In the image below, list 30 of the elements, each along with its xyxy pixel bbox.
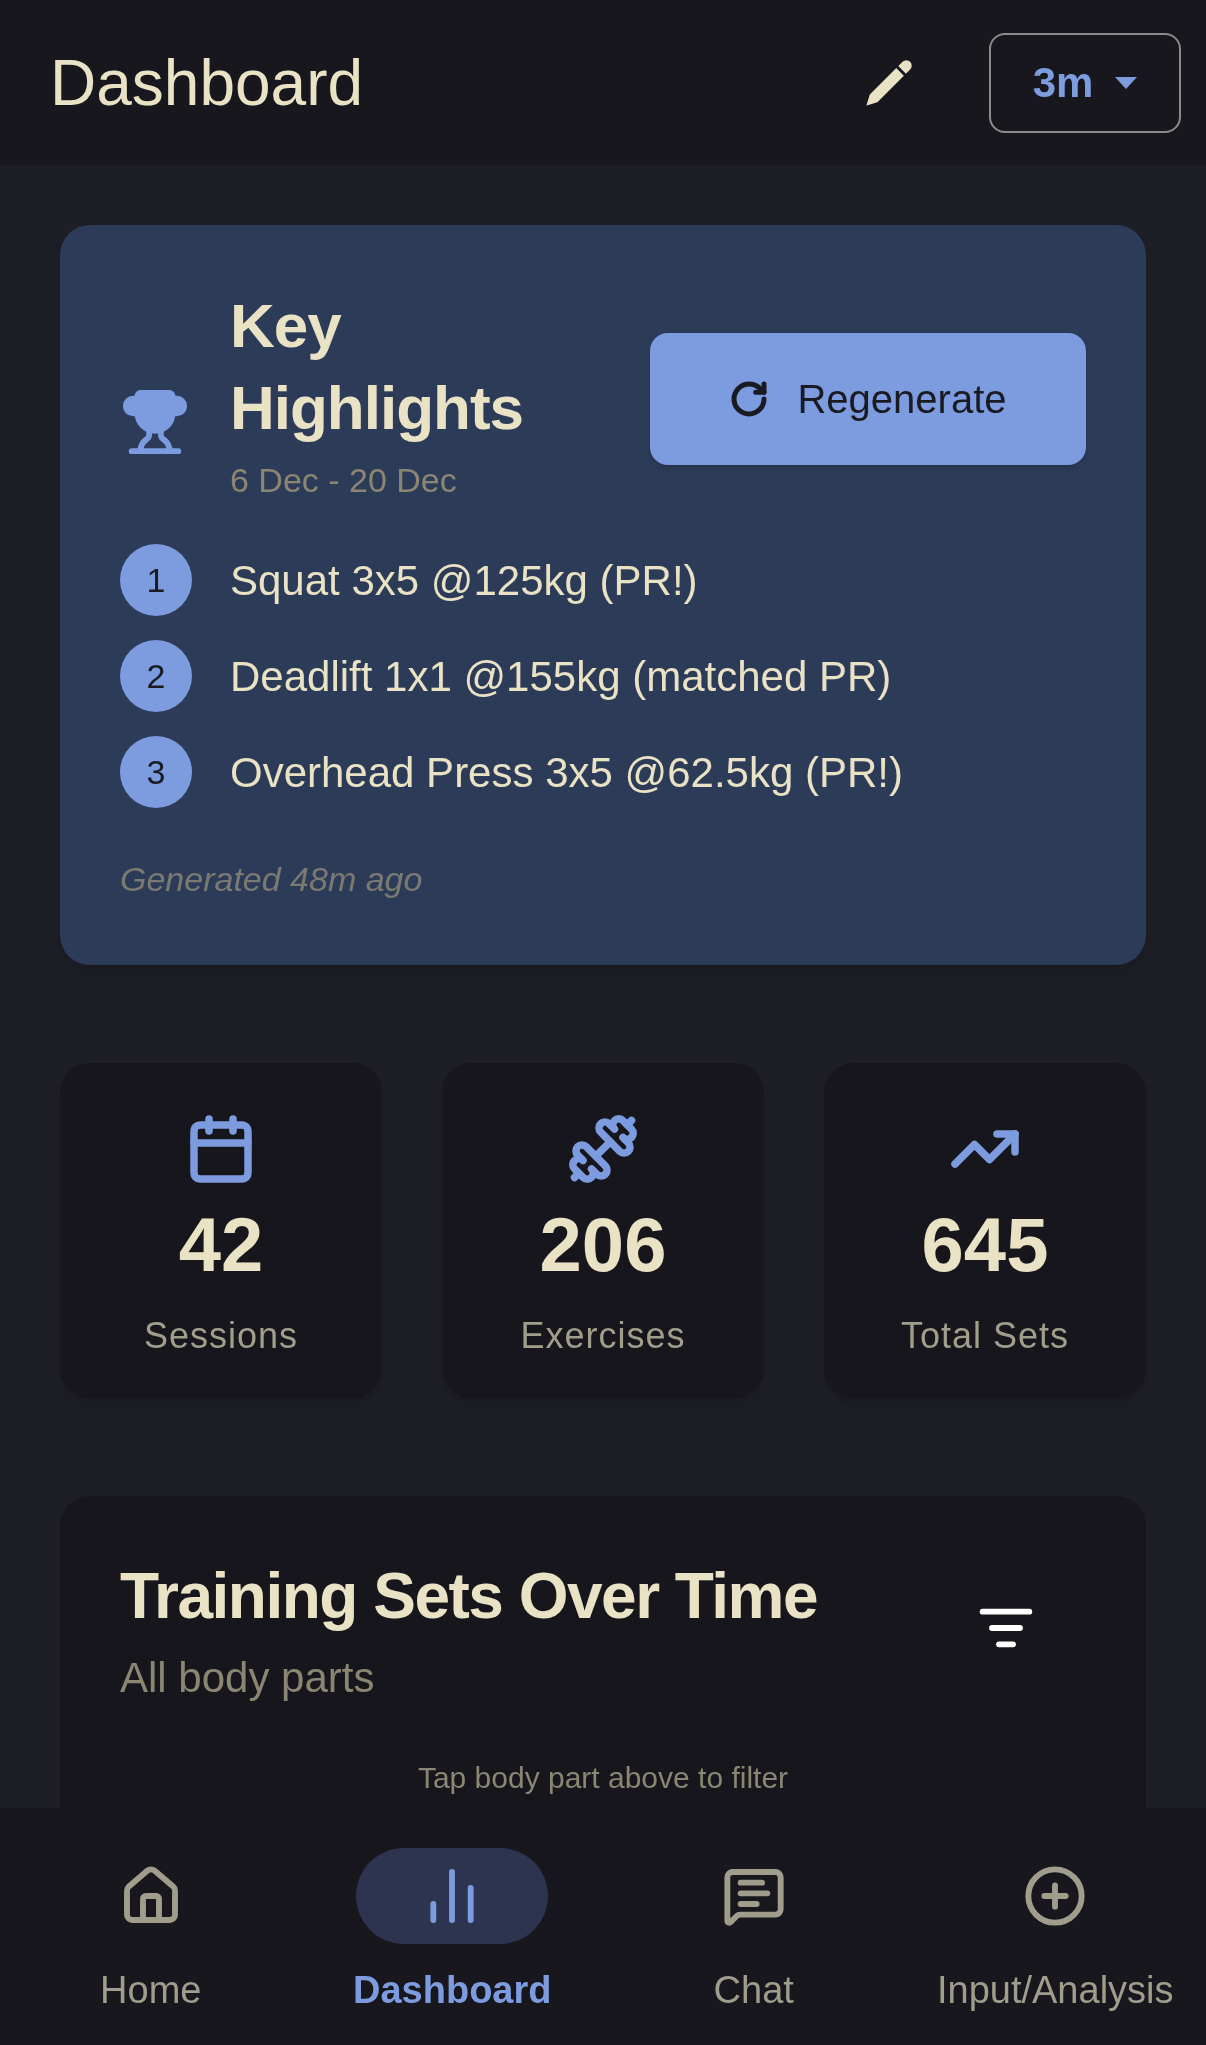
- highlight-text: Deadlift 1x1 @155kg (matched PR): [230, 651, 892, 702]
- stat-label: Exercises: [520, 1314, 686, 1358]
- date-range: 6 Dec - 20 Dec: [230, 460, 458, 501]
- range-dropdown[interactable]: 3m: [989, 32, 1181, 133]
- dumbbell-icon: [567, 1113, 639, 1185]
- add-circle-icon: [1023, 1864, 1088, 1928]
- stat-label: Total Sets: [900, 1314, 1070, 1358]
- nav-tab[interactable]: Home: [0, 1848, 302, 2045]
- highlight-text: Squat 3x5 @125kg (PR!): [230, 555, 698, 606]
- trophy-icon: [120, 387, 190, 457]
- chart-subtitle: All body parts: [120, 1653, 376, 1703]
- stat-value: 206: [539, 1207, 667, 1283]
- chart-title: Training Sets Over Time: [120, 1559, 819, 1634]
- dropdown-caret-icon: [1115, 76, 1138, 89]
- nav-tab[interactable]: Dashboard: [301, 1848, 603, 2045]
- highlight-text: Overhead Press 3x5 @62.5kg (PR!): [230, 747, 903, 798]
- page-title: Dashboard: [50, 45, 365, 121]
- highlights-title: Key Highlights: [230, 290, 525, 444]
- filter-hint: Tap body part above to filter: [416, 1760, 790, 1796]
- stat-value: 42: [178, 1207, 264, 1283]
- nav-tab[interactable]: Input/Analysis: [904, 1848, 1206, 2045]
- rank-badge: 2: [120, 640, 192, 712]
- stat-value: 645: [921, 1207, 1049, 1283]
- generated-time: Generated 48m ago: [120, 859, 424, 900]
- stat-label: Sessions: [143, 1314, 299, 1358]
- refresh-icon: [729, 379, 770, 419]
- rank-badge: 1: [120, 544, 192, 616]
- rank-badge: 3: [120, 736, 192, 808]
- regenerate-button[interactable]: Regenerate: [650, 333, 1086, 465]
- nav-tab[interactable]: Chat: [603, 1848, 905, 2045]
